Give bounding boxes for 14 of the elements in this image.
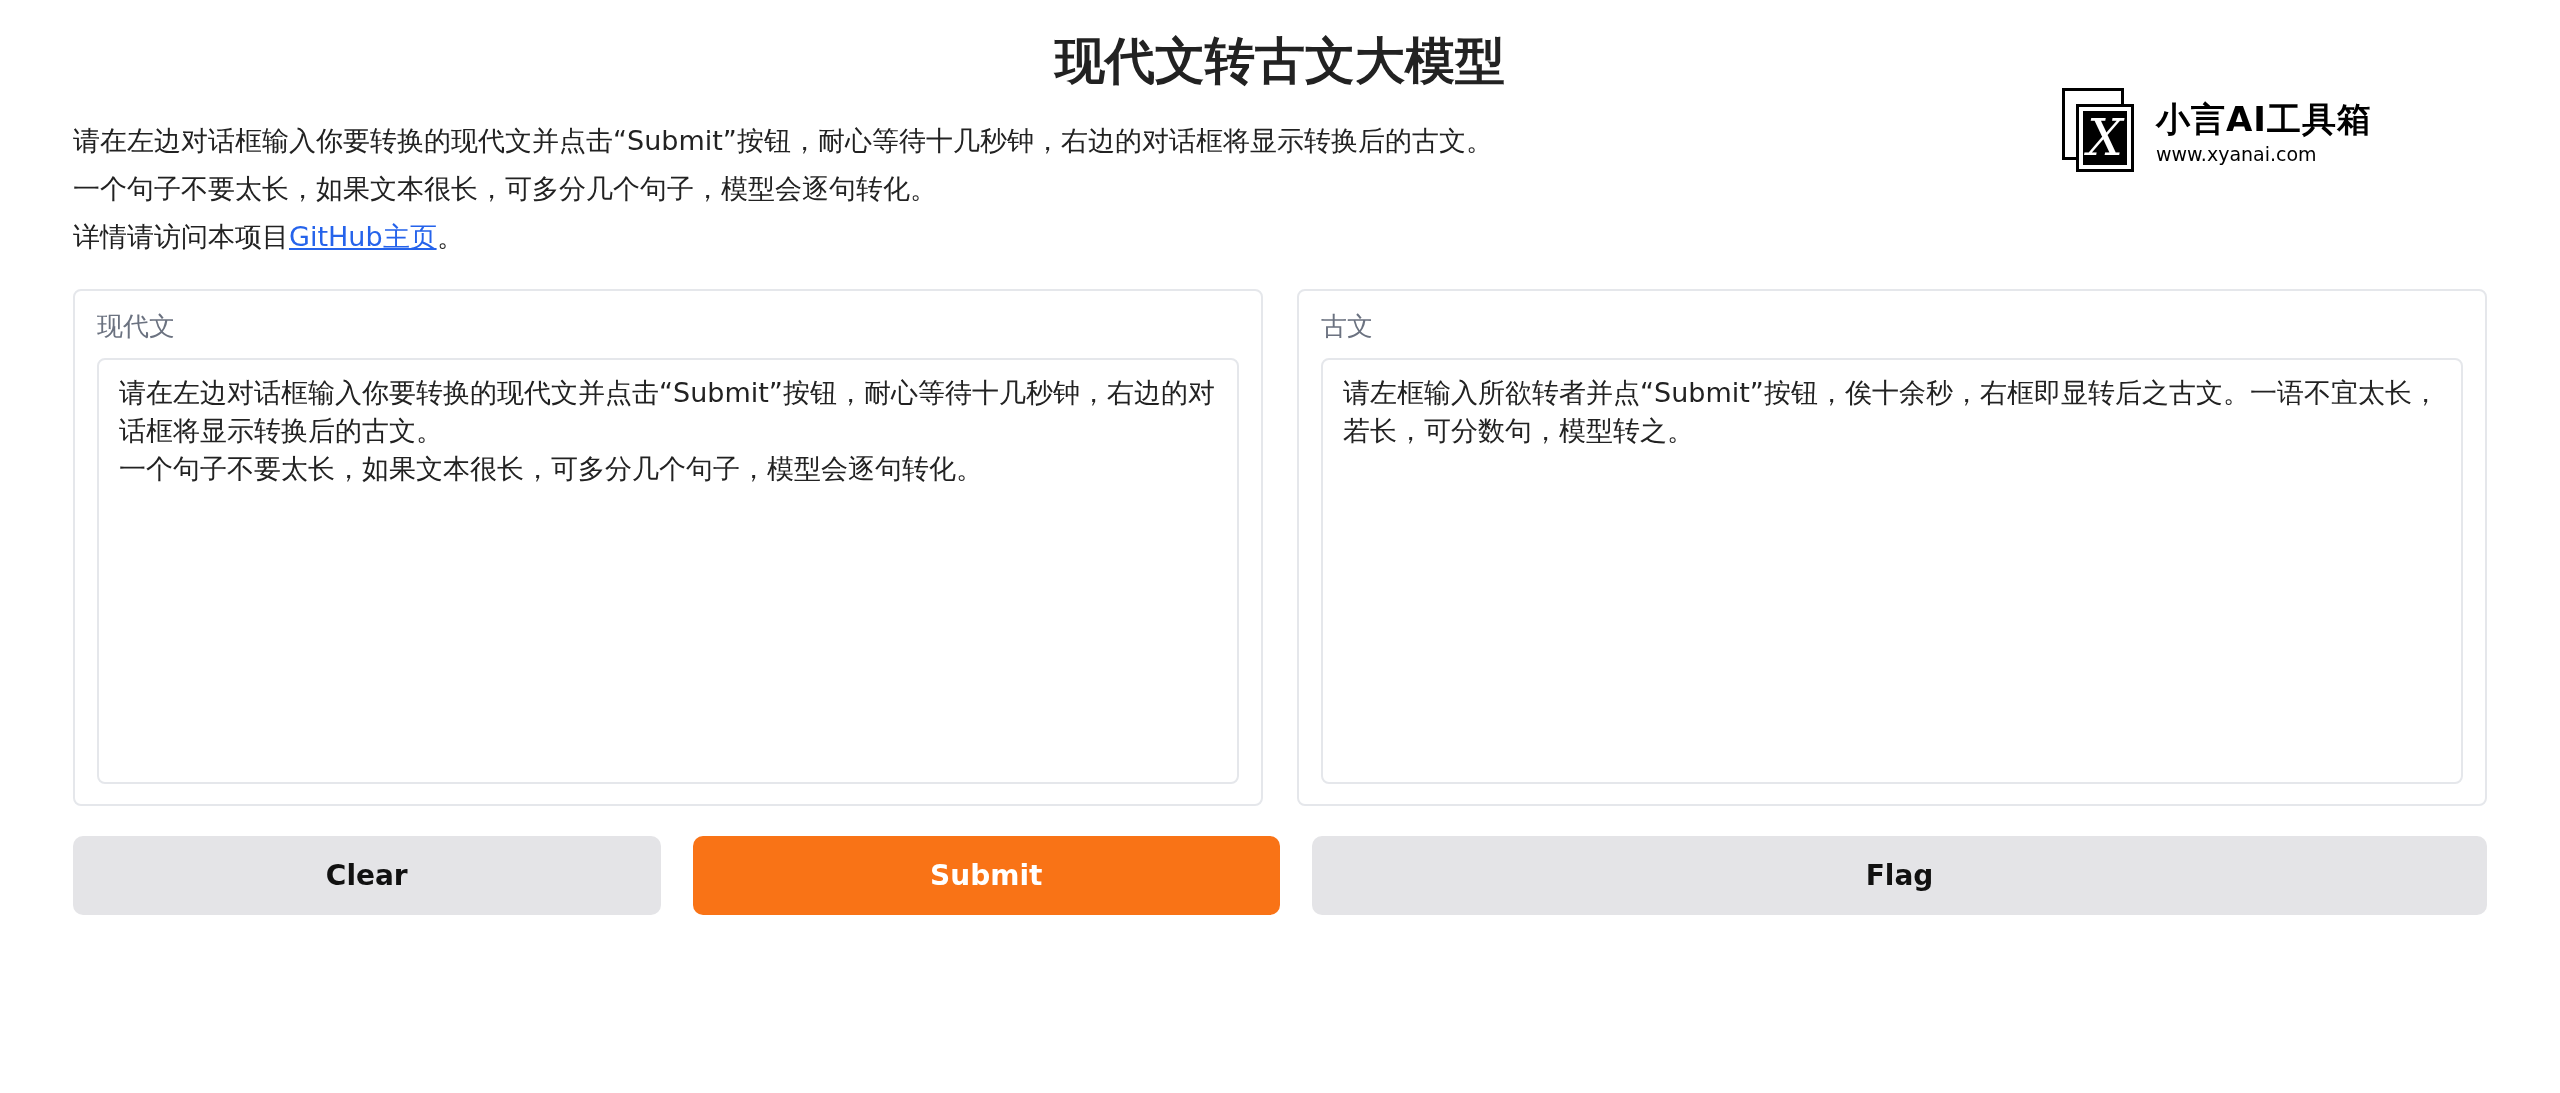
intro-text: 请在左边对话框输入你要转换的现代文并点击“Submit”按钮，耐心等待十几秒钟，右边的对话框将显示转换后的古文。	[73, 124, 1493, 158]
logo-url: www.xyanai.com	[2156, 143, 2318, 165]
action-button[interactable]: Flag	[1312, 836, 2487, 915]
text-area[interactable]: 请左框输入所欲转者并点“Submit”按钮，俟十余秒，右框即显转后之古文。一语不宜太长，若长，可分数句，模型转之。	[1321, 358, 2463, 784]
page-title: 现代文转古文大模型	[1053, 31, 1506, 92]
action-button[interactable]: Clear	[73, 836, 661, 915]
panel-label: 现代文	[97, 310, 176, 343]
logo-mark: X	[2062, 88, 2134, 174]
logo-name: 小言AI工具箱	[2156, 98, 2372, 141]
panel-label: 古文	[1321, 310, 1374, 343]
github-link[interactable]: GitHub主页	[289, 221, 437, 252]
text-area[interactable]: 请在左边对话框输入你要转换的现代文并点击“Submit”按钮，耐心等待十几秒钟，右边的对话框将显示转换后的古文。 一个句子不要太长，如果文本很长，可多分几个句子，模型会逐句转化。	[97, 358, 1239, 784]
intro-text: 一个句子不要太长，如果文本很长，可多分几个句子，模型会逐句转化。	[73, 172, 937, 206]
intro-text: 详情请访问本项目 GitHub主页。	[73, 220, 464, 254]
